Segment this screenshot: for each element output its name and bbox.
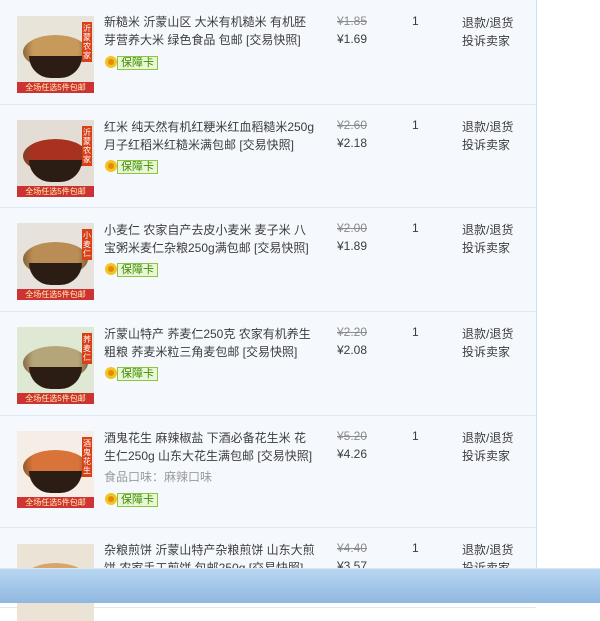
thumbnail-tag: 沂蒙农家 [82,22,92,62]
thumbnail-banner: 全场任选5件包邮 [17,497,94,508]
thumbnail-tag: 沂蒙农家 [82,126,92,166]
guarantee-badge-label: 保障卡 [117,160,158,174]
refund-link[interactable]: 退款/退货 [462,118,513,135]
refund-link[interactable]: 退款/退货 [462,325,513,342]
thumbnail-banner: 全场任选5件包邮 [17,289,94,300]
product-title-link[interactable]: 酒鬼花生 麻辣椒盐 下酒必备花生米 花生仁250g 山东大花生满包邮 [交易快照… [104,431,312,463]
product-thumbnail[interactable]: 沂蒙农家全场任选5件包邮 [17,120,94,197]
order-row: 酒鬼花生 全场任选5件包邮 酒鬼花生 麻辣椒盐 下酒必备花生米 花生仁250g 山东… [0,415,536,528]
guarantee-badge-label: 保障卡 [117,56,158,70]
complain-seller-link[interactable]: 投诉卖家 [462,32,510,49]
order-list: 沂蒙农家 全场任选5件包邮 新糙米 沂蒙山区 大米有机糙米 有机胚芽营养大米 绿色食… [0,0,537,621]
thumbnail-tag: 荞麦仁 [82,333,92,364]
original-price: ¥2.60 [337,118,368,132]
quantity: 1 [412,118,419,132]
quantity: 1 [412,541,419,555]
order-row: 沂蒙农家 全场任选5件包邮 新糙米 沂蒙山区 大米有机糙米 有机胚芽营养大米 绿色食… [0,0,536,105]
original-price: ¥5.20 [337,429,368,443]
paid-price: ¥1.89 [337,239,368,253]
refund-link[interactable]: 退款/退货 [462,541,513,558]
product-title: 酒鬼花生 麻辣椒盐 下酒必备花生米 花生仁250g 山东大花生满包邮 [交易快照… [104,429,316,465]
order-row: 沂蒙农家 全场任选5件包邮 红米 纯天然有机红粳米红血稻糙米250g 月子红稻米红糙… [0,104,536,208]
original-price: ¥2.20 [337,325,368,339]
thumbnail-tag: 小麦仁 [82,229,92,260]
paid-price: ¥2.08 [337,343,368,357]
complain-seller-link[interactable]: 投诉卖家 [462,136,510,153]
product-title: 新糙米 沂蒙山区 大米有机糙米 有机胚芽营养大米 绿色食品 包邮 [交易快照] [104,13,316,49]
product-title: 红米 纯天然有机红粳米红血稻糙米250g 月子红稻米红糙米满包邮 [交易快照] [104,118,316,154]
product-thumbnail[interactable]: 酒鬼花生全场任选5件包邮 [17,431,94,508]
refund-link[interactable]: 退款/退货 [462,429,513,446]
paid-price: ¥1.69 [337,32,368,46]
product-flavor: 食品口味：麻辣口味 [104,470,213,484]
complain-seller-link[interactable]: 投诉卖家 [462,447,510,464]
complain-seller-link[interactable]: 投诉卖家 [462,239,510,256]
refund-link[interactable]: 退款/退货 [462,221,513,238]
paid-price: ¥4.26 [337,447,368,461]
guarantee-badge-label: 保障卡 [117,367,158,381]
product-title-link[interactable]: 红米 纯天然有机红粳米红血稻糙米250g 月子红稻米红糙米满包邮 [交易快照] [104,120,314,152]
quantity: 1 [412,429,419,443]
quantity: 1 [412,14,419,28]
order-row: 小麦仁 全场任选5件包邮 小麦仁 农家自产去皮小麦米 麦子米 八宝粥米麦仁杂粮250… [0,207,536,312]
shield-icon [104,492,118,506]
original-price: ¥2.00 [337,221,368,235]
shield-icon [104,366,118,380]
product-thumbnail[interactable]: 沂蒙农家全场任选5件包邮 [17,16,94,93]
original-price: ¥4.40 [337,541,368,555]
quantity: 1 [412,325,419,339]
guarantee-badge-label: 保障卡 [117,263,158,277]
thumbnail-banner: 全场任选5件包邮 [17,82,94,93]
quantity: 1 [412,221,419,235]
product-title: 小麦仁 农家自产去皮小麦米 麦子米 八宝粥米麦仁杂粮250g满包邮 [交易快照] [104,221,316,257]
shield-icon [104,262,118,276]
product-title-link[interactable]: 小麦仁 农家自产去皮小麦米 麦子米 八宝粥米麦仁杂粮250g满包邮 [交易快照] [104,223,309,255]
complain-seller-link[interactable]: 投诉卖家 [462,343,510,360]
order-row: 荞麦仁 全场任选5件包邮 沂蒙山特产 荞麦仁250克 农家有机养生粗粮 荞麦米粒三角… [0,311,536,416]
paid-price: ¥2.18 [337,136,368,150]
product-thumbnail[interactable]: 小麦仁全场任选5件包邮 [17,223,94,300]
thumbnail-tag: 酒鬼花生 [82,437,92,477]
product-title-link[interactable]: 新糙米 沂蒙山区 大米有机糙米 有机胚芽营养大米 绿色食品 包邮 [交易快照] [104,15,306,47]
product-title-link[interactable]: 沂蒙山特产 荞麦仁250克 农家有机养生粗粮 荞麦米粒三角麦包邮 [交易快照] [104,327,311,359]
refund-link[interactable]: 退款/退货 [462,14,513,31]
product-title: 沂蒙山特产 荞麦仁250克 农家有机养生粗粮 荞麦米粒三角麦包邮 [交易快照] [104,325,316,361]
guarantee-badge-label: 保障卡 [117,493,158,507]
shield-icon [104,159,118,173]
product-thumbnail[interactable]: 荞麦仁全场任选5件包邮 [17,327,94,404]
shield-icon [104,55,118,69]
thumbnail-banner: 全场任选5件包邮 [17,393,94,404]
taskbar [0,568,600,603]
original-price: ¥1.85 [337,14,368,28]
thumbnail-banner: 全场任选5件包邮 [17,186,94,197]
